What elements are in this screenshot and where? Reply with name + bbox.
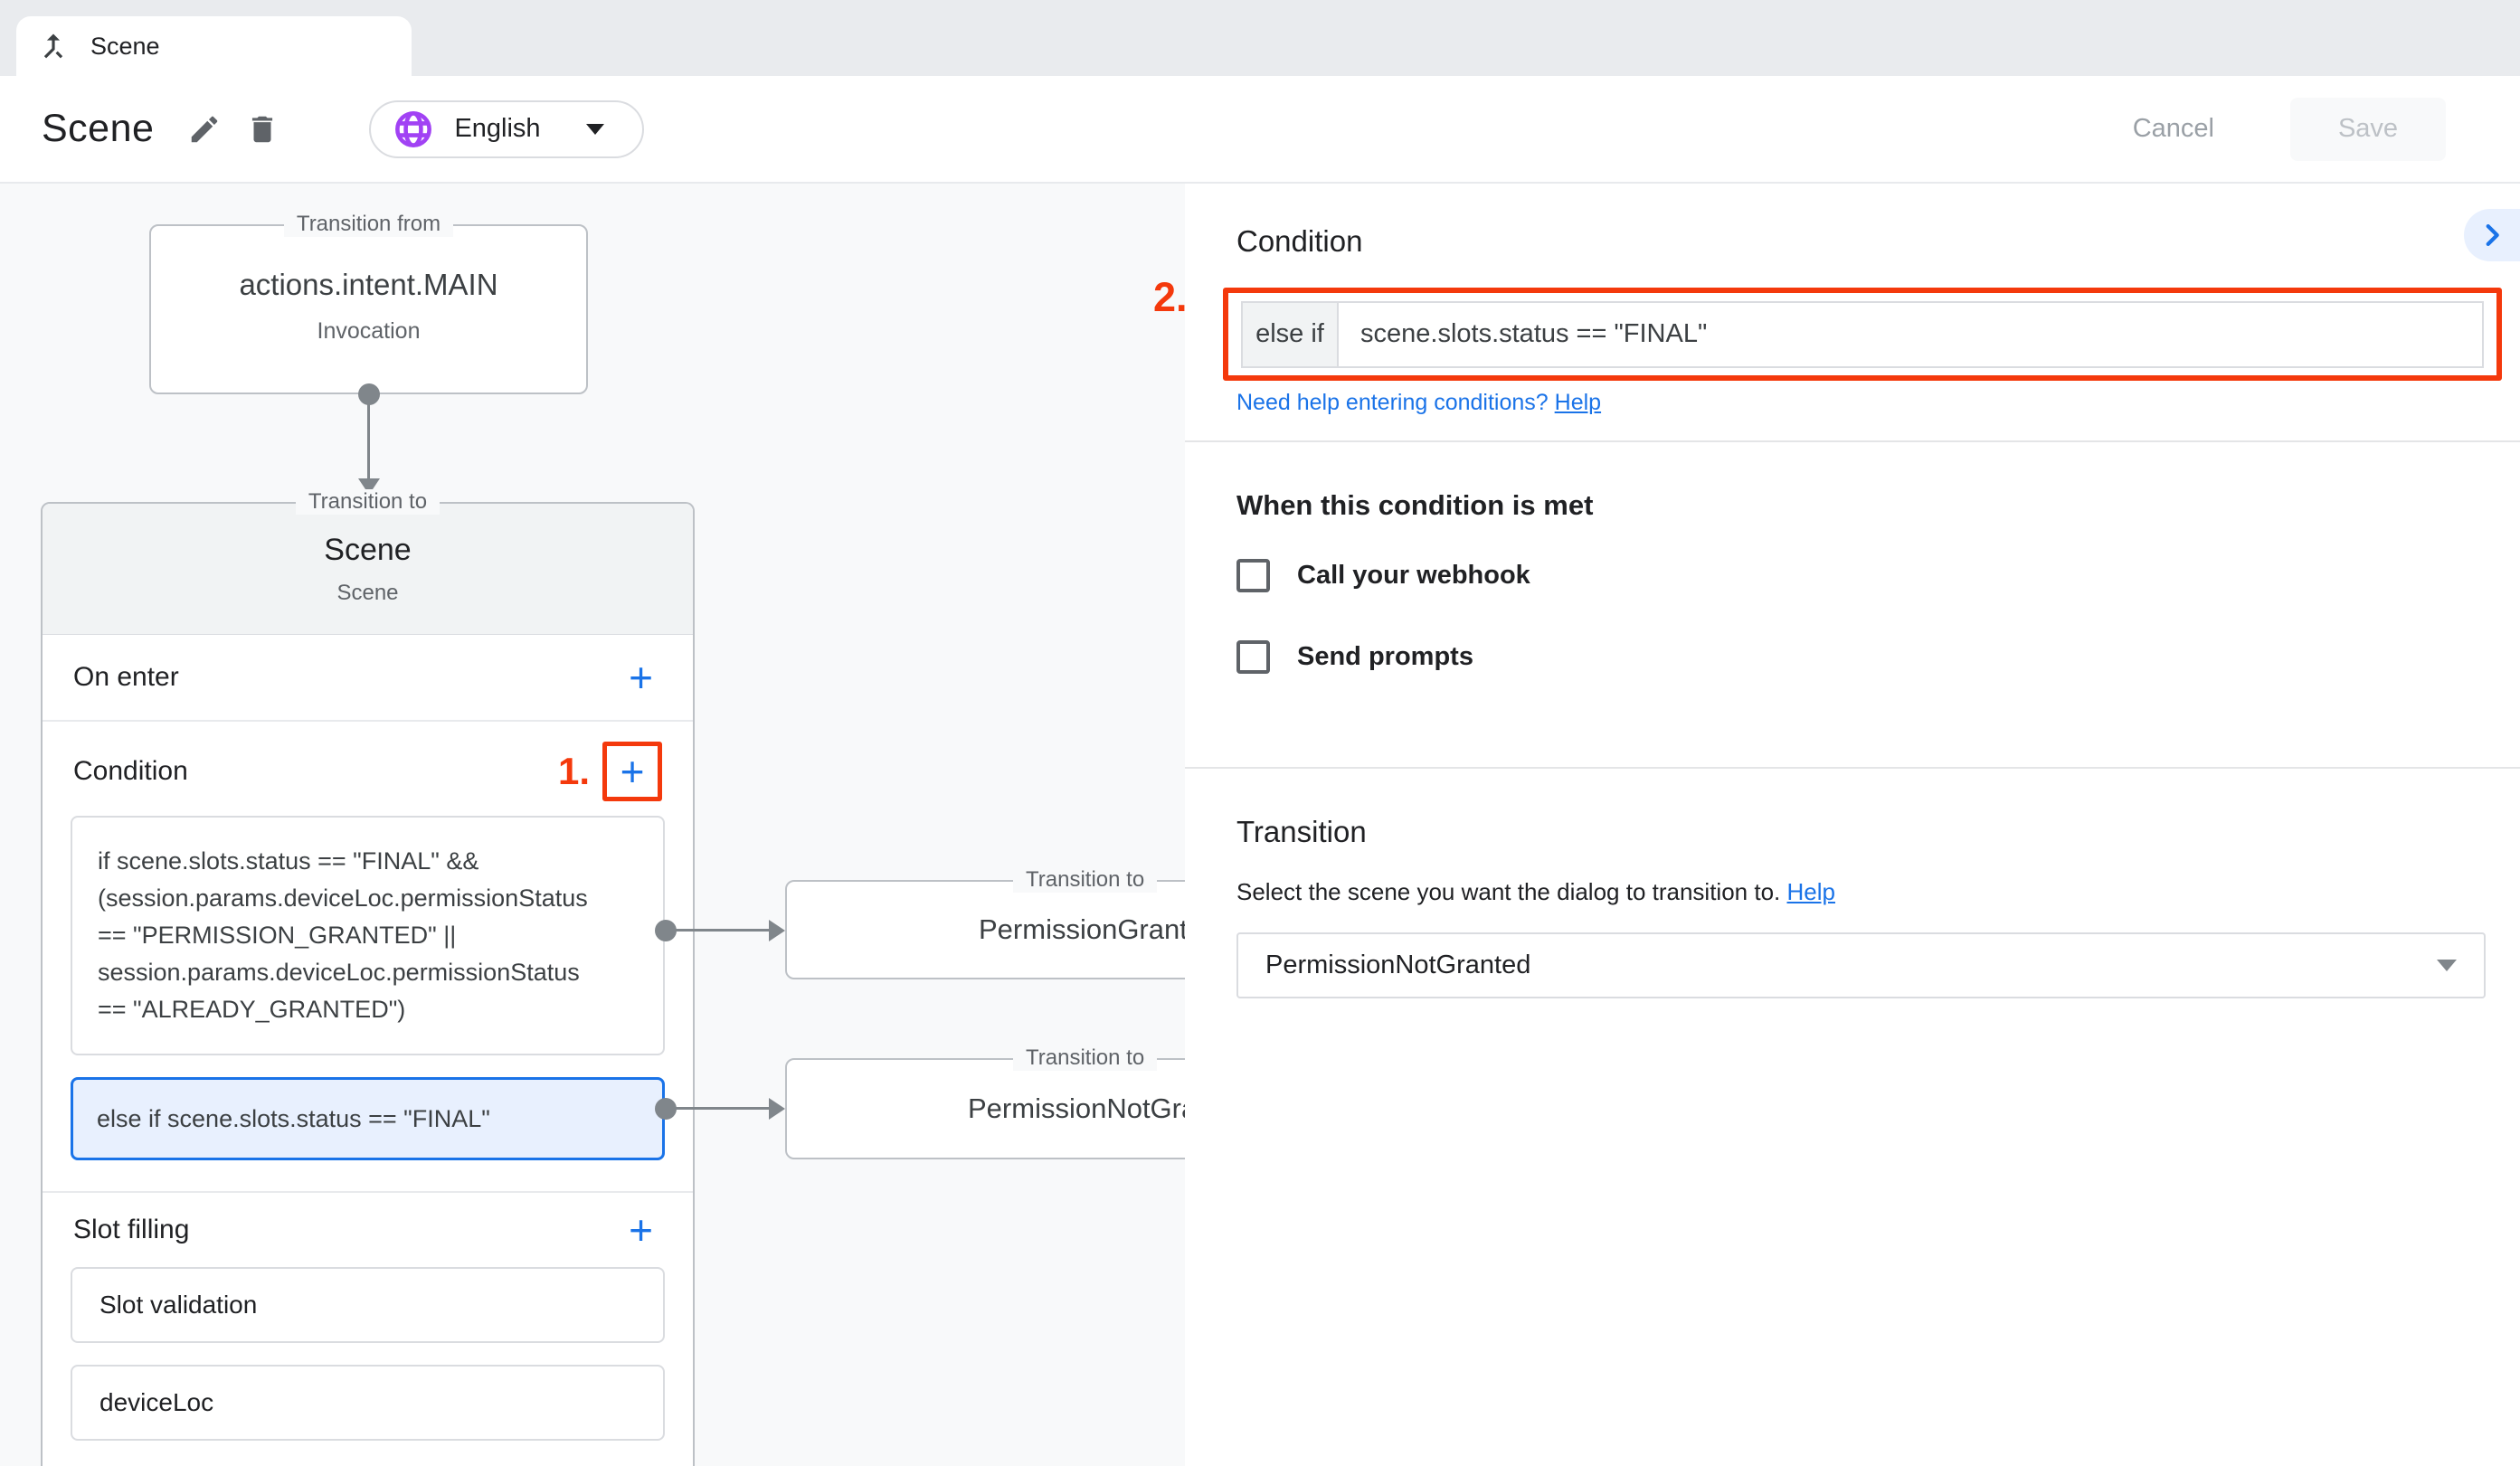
help-text: Need help entering conditions? — [1236, 390, 1549, 415]
language-label: English — [454, 114, 540, 144]
target-box-permission-granted[interactable]: Transition to PermissionGranted — [785, 880, 1185, 979]
slot-card-deviceloc[interactable]: deviceLoc — [71, 1365, 665, 1441]
save-button[interactable]: Save — [2290, 98, 2446, 161]
condition-help-link[interactable]: Help — [1555, 390, 1601, 415]
panel-condition-heading: Condition — [1236, 224, 1362, 259]
when-met-heading: When this condition is met — [1236, 489, 1593, 522]
merge-arrow-icon — [36, 29, 71, 63]
on-enter-label: On enter — [73, 662, 179, 693]
delete-scene-button[interactable] — [233, 100, 291, 158]
divider — [1185, 440, 2520, 442]
page-title: Scene — [42, 107, 154, 151]
condition-help-line: Need help entering conditions? Help — [1236, 390, 1601, 416]
prompts-checkbox-label: Send prompts — [1297, 642, 1473, 672]
connector-arrowhead — [769, 1098, 785, 1120]
slot-filling-label: Slot filling — [73, 1215, 189, 1245]
slot-name: deviceLoc — [99, 1388, 213, 1417]
add-slot-button[interactable]: + — [620, 1207, 662, 1253]
condition-section: Condition 1. + if scene.slots.status == … — [43, 722, 693, 1193]
transition-description: Select the scene you want the dialog to … — [1236, 878, 1835, 906]
scene-type: Scene — [336, 581, 398, 606]
transition-scene-select[interactable]: PermissionNotGranted — [1236, 932, 2486, 998]
condition-expression-input[interactable] — [1339, 301, 2484, 368]
language-selector[interactable]: English — [369, 100, 644, 158]
connector-arrowhead — [358, 478, 380, 495]
annotation-step-1: 1. — [558, 750, 590, 793]
transition-to-legend: Transition to — [1013, 1045, 1157, 1071]
condition-line: session.params.deviceLoc.permissionStatu… — [98, 954, 638, 991]
dropdown-caret-icon — [2437, 960, 2457, 971]
connector-line — [665, 1107, 771, 1110]
trash-icon — [245, 112, 279, 147]
globe-icon — [393, 109, 434, 150]
webhook-checkbox[interactable] — [1236, 559, 1270, 592]
pencil-icon — [187, 112, 222, 147]
chevron-down-icon — [586, 124, 604, 135]
transition-from-box[interactable]: Transition from actions.intent.MAIN Invo… — [149, 224, 588, 394]
annotation-highlight-box-2: else if — [1223, 288, 2502, 381]
slot-name: Slot validation — [99, 1291, 257, 1319]
annotation-highlight-box: + — [602, 742, 662, 801]
transition-description-text: Select the scene you want the dialog to … — [1236, 878, 1780, 905]
webhook-checkbox-label: Call your webhook — [1297, 561, 1530, 591]
edit-scene-button[interactable] — [175, 100, 233, 158]
checkbox-row-prompts[interactable]: Send prompts — [1236, 640, 1473, 674]
tab-bar: Scene — [0, 0, 2520, 76]
connector-arrowhead — [769, 920, 785, 941]
intent-name: actions.intent.MAIN — [151, 268, 586, 302]
target-box-permission-not-granted[interactable]: Transition to PermissionNotGranted — [785, 1058, 1185, 1159]
elseif-text: else if scene.slots.status == "FINAL" — [97, 1105, 490, 1133]
connector-line — [665, 929, 771, 932]
connector-line — [367, 394, 370, 480]
condition-line: == "PERMISSION_GRANTED" || — [98, 917, 638, 954]
transition-help-link[interactable]: Help — [1787, 878, 1835, 905]
condition-line: == "ALREADY_GRANTED") — [98, 991, 638, 1028]
selected-scene-value: PermissionNotGranted — [1265, 951, 1530, 980]
tab-label: Scene — [90, 33, 160, 61]
scene-flow-canvas: Transition from actions.intent.MAIN Invo… — [0, 184, 1185, 1466]
scene-card-header[interactable]: Scene Scene — [43, 504, 693, 635]
slot-filling-section: Slot filling + Slot validation deviceLoc — [43, 1193, 693, 1466]
prompts-checkbox[interactable] — [1236, 640, 1270, 674]
divider — [1185, 767, 2520, 769]
target-scene-name: PermissionNotGranted — [968, 1092, 1185, 1125]
elseif-prefix-label: else if — [1241, 301, 1339, 368]
annotation-step-2: 2. — [1153, 274, 1188, 321]
cancel-button[interactable]: Cancel — [2106, 98, 2241, 160]
scene-card: Transition to Scene Scene On enter + Con… — [41, 502, 695, 1466]
transition-to-legend: Transition to — [1013, 867, 1157, 893]
target-scene-name: PermissionGranted — [979, 913, 1185, 946]
main-area: Transition from actions.intent.MAIN Invo… — [0, 184, 2520, 1466]
condition-card-elseif-selected[interactable]: else if scene.slots.status == "FINAL" — [71, 1077, 665, 1160]
transition-from-legend: Transition from — [284, 212, 453, 237]
condition-detail-panel: Condition else if Need help entering con… — [1185, 184, 2520, 1466]
header: Scene English Cancel S — [0, 76, 2520, 184]
condition-card-if[interactable]: if scene.slots.status == "FINAL" && (ses… — [71, 816, 665, 1055]
condition-label: Condition — [73, 756, 188, 787]
on-enter-section: On enter + — [43, 635, 693, 722]
app-window: Scene Scene English — [0, 0, 2520, 1466]
condition-line: if scene.slots.status == "FINAL" && — [98, 843, 638, 880]
add-condition-button[interactable]: + — [611, 749, 654, 794]
chevron-right-icon — [2477, 220, 2507, 251]
scene-name: Scene — [324, 533, 411, 568]
tab-scene[interactable]: Scene — [16, 16, 412, 76]
collapse-panel-button[interactable] — [2464, 209, 2520, 261]
condition-line: (session.params.deviceLoc.permissionStat… — [98, 880, 638, 917]
intent-type: Invocation — [151, 318, 586, 345]
transition-heading: Transition — [1236, 815, 1367, 849]
add-on-enter-button[interactable]: + — [620, 655, 662, 700]
slot-card-validation[interactable]: Slot validation — [71, 1267, 665, 1343]
checkbox-row-webhook[interactable]: Call your webhook — [1236, 559, 1530, 592]
